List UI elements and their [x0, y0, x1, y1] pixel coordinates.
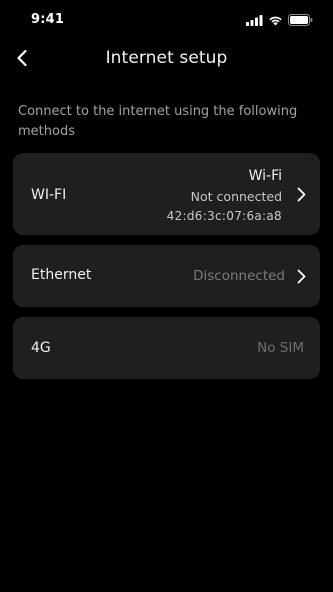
wifi-mac-address: 42:d6:3c:07:6a:a8: [166, 209, 282, 223]
wifi-network-name: Wi-Fi: [248, 168, 282, 184]
chevron-right-icon: [296, 186, 306, 202]
header: Internet setup: [0, 44, 333, 76]
page-title: Internet setup: [105, 48, 228, 68]
ethernet-method-card[interactable]: Ethernet Disconnected: [13, 245, 320, 307]
wifi-label: WI-FI: [31, 187, 67, 203]
status-icons: [246, 14, 313, 26]
internet-setup-screen: 9:41 Internet setup Connect to the inter…: [0, 0, 333, 592]
wifi-details: Wi-Fi Not connected 42:d6:3c:07:6a:a8: [167, 167, 282, 225]
chevron-right-icon: [296, 268, 306, 284]
signal-icon: [246, 14, 263, 26]
wifi-status: Not connected: [190, 189, 282, 204]
wifi-method-card[interactable]: WI-FI Wi-Fi Not connected 42:d6:3c:07:6a…: [13, 153, 320, 235]
ethernet-label: Ethernet: [31, 267, 92, 283]
wifi-icon: [268, 15, 283, 26]
status-time: 9:41: [31, 12, 65, 27]
4g-label: 4G: [31, 340, 51, 356]
description-text: Connect to the internet using the follow…: [18, 104, 298, 139]
4g-method-card: 4G No SIM: [13, 317, 320, 379]
4g-status: No SIM: [257, 340, 304, 356]
ethernet-status: Disconnected: [193, 268, 285, 284]
battery-icon: [288, 14, 313, 26]
status-bar: 9:41: [0, 0, 333, 40]
